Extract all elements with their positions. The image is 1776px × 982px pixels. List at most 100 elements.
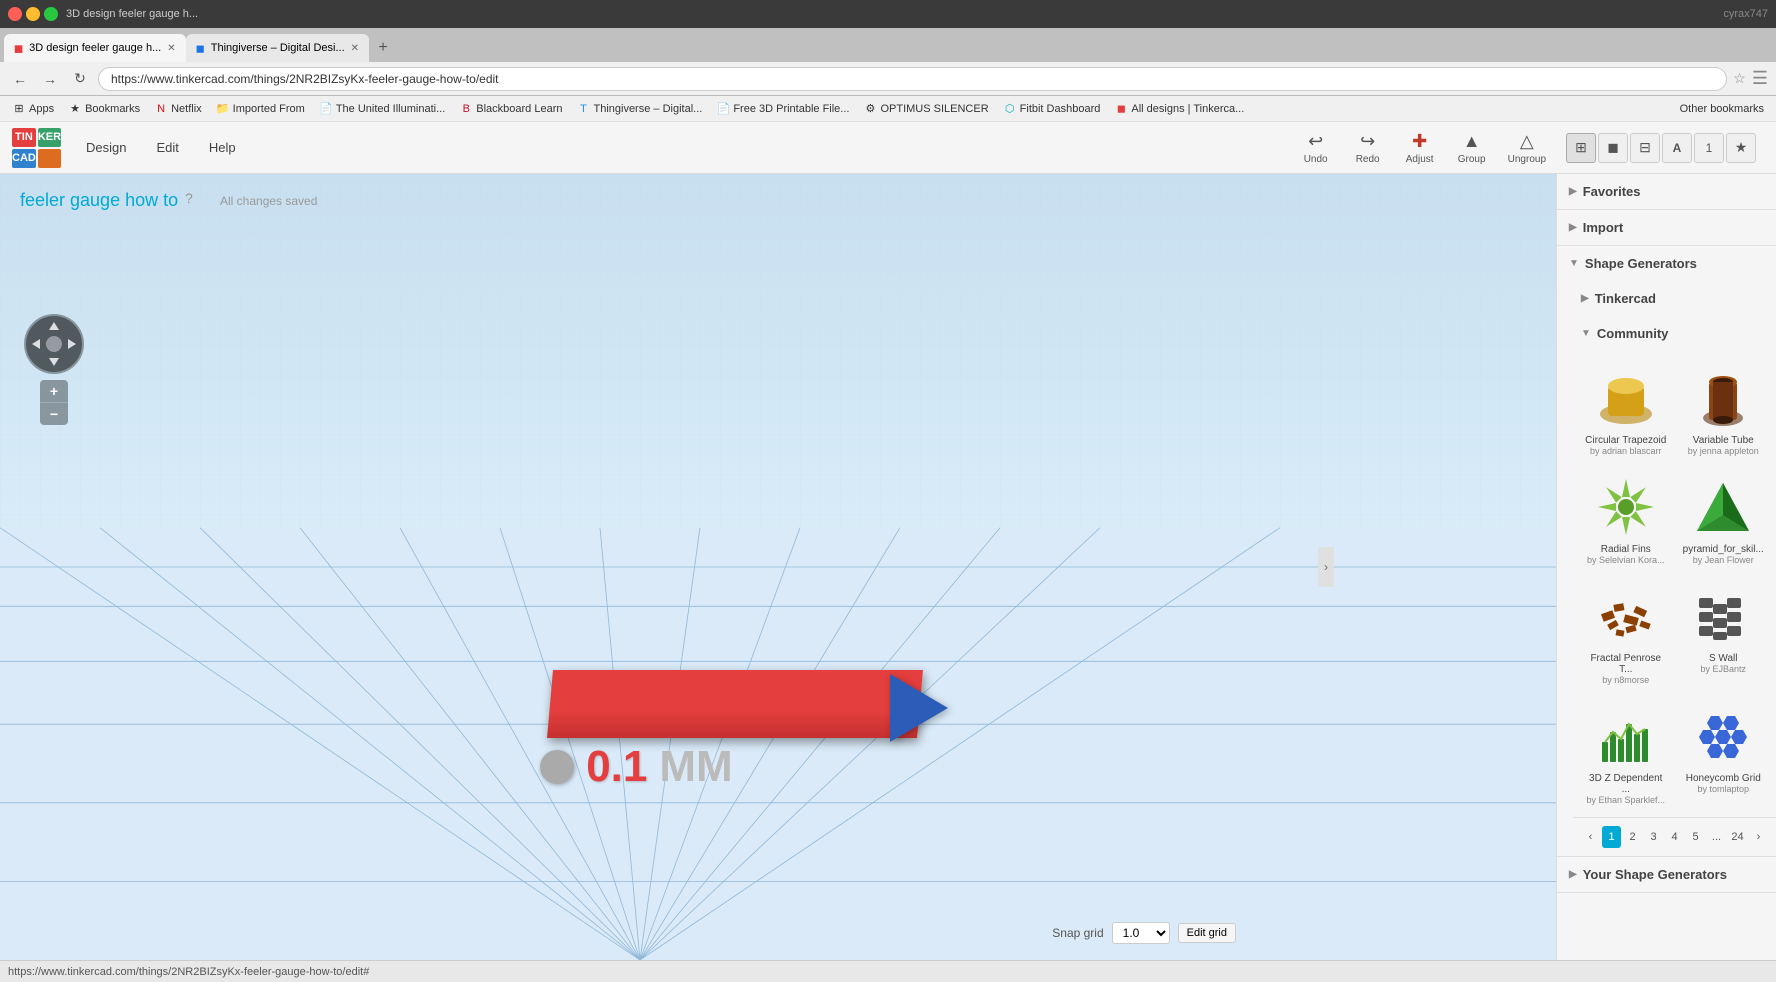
help-nav-button[interactable]: Help — [195, 134, 250, 161]
tab-close-tinkercad[interactable]: ✕ — [167, 43, 175, 54]
bookmark-imported[interactable]: 📁 Imported From — [210, 100, 311, 118]
minimize-button[interactable] — [26, 7, 40, 21]
header-nav: Design Edit Help — [72, 134, 250, 161]
ungroup-label: Ungroup — [1508, 154, 1546, 165]
gauge-red-body — [547, 670, 923, 738]
adjust-icon: ✚ — [1412, 131, 1427, 152]
adjust-button[interactable]: ✚ Adjust — [1396, 127, 1444, 169]
zoom-out-button[interactable]: − — [40, 403, 68, 425]
tab-close-thingiverse[interactable]: ✕ — [351, 43, 359, 54]
page-24-button[interactable]: 24 — [1728, 826, 1747, 848]
redo-button[interactable]: ↪ Redo — [1344, 127, 1392, 169]
snap-grid-select[interactable]: 1.0 0.5 0.25 2.0 5.0 — [1112, 922, 1170, 944]
shape-item-radial-fins[interactable]: Radial Fins by Selelvian Kora... — [1581, 468, 1671, 569]
shape-item-variable-tube[interactable]: Variable Tube by jenna appleton — [1679, 359, 1769, 460]
feeler-gauge-model: 0.1 MM — [490, 670, 910, 800]
shape-thumb-circular-trapezoid — [1591, 363, 1661, 433]
back-button[interactable]: ← — [8, 67, 32, 91]
bookmark-alldesigns[interactable]: ◼ All designs | Tinkerca... — [1108, 100, 1250, 118]
tab-thingiverse[interactable]: ◼ Thingiverse – Digital Desi... ✕ — [186, 34, 369, 62]
window-controls[interactable] — [8, 7, 58, 21]
grid-view-button[interactable]: ⊞ — [1566, 133, 1596, 163]
status-bar: https://www.tinkercad.com/things/2NR2BIZ… — [0, 960, 1776, 982]
shape-item-pyramid[interactable]: pyramid_for_skil... by Jean Flower — [1679, 468, 1769, 569]
page-4-button[interactable]: 4 — [1665, 826, 1684, 848]
new-tab-button[interactable]: + — [369, 34, 397, 62]
community-header[interactable]: ▼ Community — [1573, 316, 1776, 351]
help-icon[interactable]: ? — [185, 190, 193, 206]
bookmark-free3d[interactable]: 📄 Free 3D Printable File... — [710, 100, 855, 118]
viewport[interactable]: feeler gauge how to All changes saved ? — [0, 174, 1556, 960]
your-shapes-header[interactable]: ▶ Your Shape Generators — [1557, 857, 1776, 892]
bookmark-netflix[interactable]: N Netflix — [148, 100, 208, 118]
shape-author-honeycomb: by tomlaptop — [1697, 784, 1749, 794]
text-view-button[interactable]: A — [1662, 133, 1692, 163]
bookmark-bookmarks[interactable]: ★ Bookmarks — [62, 100, 146, 118]
page-5-button[interactable]: 5 — [1686, 826, 1705, 848]
star-view-button[interactable]: ★ — [1726, 133, 1756, 163]
tab-tinkercad[interactable]: ◼ 3D design feeler gauge h... ✕ — [4, 34, 186, 62]
settings-icon[interactable]: ☰ — [1752, 68, 1768, 89]
design-nav-button[interactable]: Design — [72, 134, 140, 161]
zoom-control: + − — [40, 380, 68, 425]
tinkercad-sub-label: Tinkercad — [1595, 291, 1656, 306]
bookmark-illuminati[interactable]: 📄 The United Illuminati... — [313, 100, 451, 118]
undo-button[interactable]: ↩ Undo — [1292, 127, 1340, 169]
bookmark-apps[interactable]: ⊞ Apps — [6, 100, 60, 118]
shape-item-fractal-penrose[interactable]: Fractal Penrose T... by n8morse — [1581, 577, 1671, 689]
next-page-button[interactable]: › — [1749, 826, 1768, 848]
maximize-button[interactable] — [44, 7, 58, 21]
undo-icon: ↩ — [1308, 131, 1323, 152]
count-view-button[interactable]: 1 — [1694, 133, 1724, 163]
zoom-in-button[interactable]: + — [40, 380, 68, 402]
bookmark-star-icon[interactable]: ☆ — [1733, 70, 1746, 87]
ungroup-button[interactable]: △ Ungroup — [1500, 127, 1554, 169]
tinkercad-sub-header[interactable]: ▶ Tinkercad — [1573, 281, 1776, 316]
shape-item-s-wall[interactable]: S Wall by EJBantz — [1679, 577, 1769, 689]
bookmark-thingiverse[interactable]: T Thingiverse – Digital... — [570, 100, 708, 118]
shape-name-radial-fins: Radial Fins — [1601, 544, 1651, 555]
pan-control[interactable] — [24, 314, 84, 374]
logo-tin: TIN — [12, 128, 36, 147]
panel-toggle-button[interactable]: › — [1318, 547, 1334, 587]
right-panel: ▶ Favorites ▶ Import ▼ Shape Generators — [1556, 174, 1776, 960]
community-subsection: ▼ Community — [1557, 316, 1776, 856]
shape-item-3d-z-dependent[interactable]: 3D Z Dependent ... by Ethan Sparklef... — [1581, 697, 1671, 809]
page-1-button[interactable]: 1 — [1602, 826, 1621, 848]
shape-item-circular-trapezoid[interactable]: Circular Trapezoid by adrian blascarr — [1581, 359, 1671, 460]
import-header[interactable]: ▶ Import — [1557, 210, 1776, 245]
shape-generators-header[interactable]: ▼ Shape Generators — [1557, 246, 1776, 281]
community-chevron-icon: ▼ — [1581, 328, 1591, 339]
favorites-header[interactable]: ▶ Favorites — [1557, 174, 1776, 209]
mesh-view-button[interactable]: ⊟ — [1630, 133, 1660, 163]
bookmark-blackboard[interactable]: B Blackboard Learn — [453, 100, 568, 118]
design-title[interactable]: feeler gauge how to — [20, 190, 178, 211]
gauge-unit: MM — [659, 742, 732, 792]
edit-grid-button[interactable]: Edit grid — [1178, 923, 1236, 943]
cube-view-button[interactable]: ◼ — [1598, 133, 1628, 163]
page-ellipsis: ... — [1707, 826, 1726, 848]
bookmark-other[interactable]: Other bookmarks — [1674, 101, 1770, 117]
grid-controls: Snap grid 1.0 0.5 0.25 2.0 5.0 Edit grid — [1052, 922, 1236, 944]
shape-thumb-pyramid — [1688, 472, 1758, 542]
page-2-button[interactable]: 2 — [1623, 826, 1642, 848]
shape-item-honeycomb[interactable]: Honeycomb Grid by tomlaptop — [1679, 697, 1769, 809]
bookmark-optimus[interactable]: ⚙ OPTIMUS SILENCER — [857, 100, 994, 118]
tab-title-thingiverse: Thingiverse – Digital Desi... — [211, 42, 345, 54]
reload-button[interactable]: ↻ — [68, 67, 92, 91]
page-3-button[interactable]: 3 — [1644, 826, 1663, 848]
header-tools: ↩ Undo ↪ Redo ✚ Adjust ▲ Group △ Ungroup — [1292, 127, 1554, 169]
view-mode-icons: ⊞ ◼ ⊟ A 1 ★ — [1566, 133, 1756, 163]
group-button[interactable]: ▲ Group — [1448, 127, 1496, 169]
shape-name-circular-trapezoid: Circular Trapezoid — [1585, 435, 1666, 446]
forward-button[interactable]: → — [38, 67, 62, 91]
url-input[interactable]: https://www.tinkercad.com/things/2NR2BIZ… — [98, 67, 1727, 91]
tinkercad-logo[interactable]: TIN KER CAD — [12, 128, 52, 168]
bookmark-fitbit[interactable]: ⬡ Fitbit Dashboard — [997, 100, 1107, 118]
tab-icon-tinkercad: ◼ — [14, 42, 23, 55]
prev-page-button[interactable]: ‹ — [1581, 826, 1600, 848]
shape-name-pyramid: pyramid_for_skil... — [1683, 544, 1764, 555]
close-button[interactable] — [8, 7, 22, 21]
edit-nav-button[interactable]: Edit — [142, 134, 192, 161]
shape-author-fractal-penrose: by n8morse — [1602, 675, 1649, 685]
